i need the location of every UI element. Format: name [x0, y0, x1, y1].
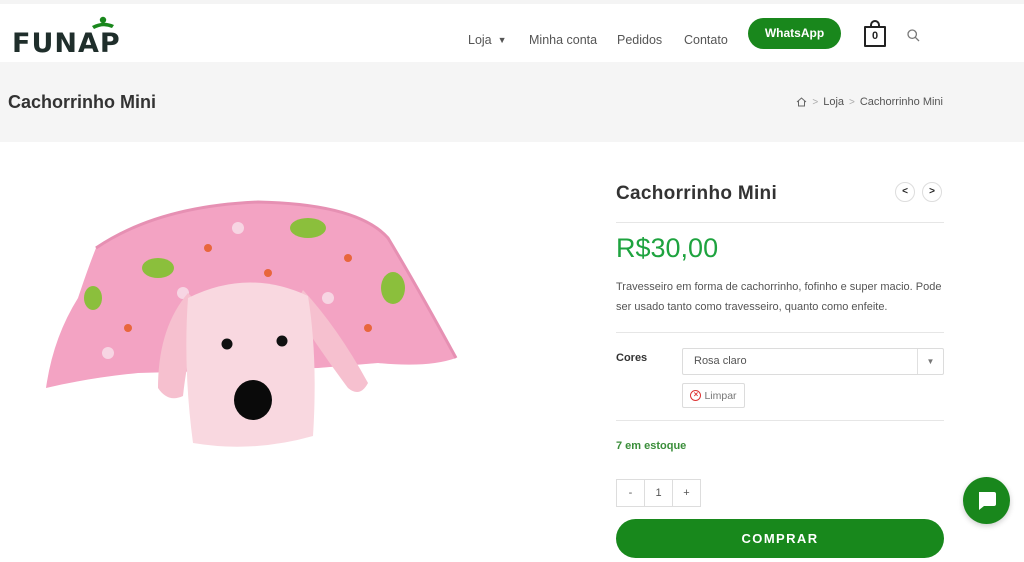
divider [616, 222, 944, 223]
qty-plus-button[interactable]: + [673, 480, 700, 506]
next-product-button[interactable]: > [922, 182, 942, 202]
chevron-right-icon: > [929, 186, 935, 197]
qty-minus-button[interactable]: - [617, 480, 644, 506]
breadcrumb-current: Cachorrinho Mini [859, 96, 943, 108]
chevron-down-icon: ▼ [497, 35, 507, 45]
chevron-down-icon: ▼ [917, 349, 943, 374]
stock-status: 7 em estoque [616, 440, 687, 452]
prev-product-button[interactable]: < [895, 182, 915, 202]
product-image[interactable] [8, 178, 478, 458]
breadcrumb-separator: > [812, 96, 819, 108]
page-header: Cachorrinho Mini > Loja > Cachorrinho Mi… [0, 62, 1024, 142]
divider [616, 420, 944, 421]
search-icon[interactable] [907, 29, 920, 42]
chat-bubble-icon [979, 492, 996, 510]
buy-button[interactable]: COMPRAR [616, 519, 944, 558]
nav-minha-conta[interactable]: Minha conta [529, 33, 597, 47]
color-select-value: Rosa claro [694, 355, 747, 367]
page-title: Cachorrinho Mini [8, 92, 156, 112]
color-select[interactable]: Rosa claro ▼ [682, 348, 944, 375]
close-icon: × [690, 390, 702, 401]
home-icon[interactable] [796, 97, 807, 107]
clear-selection-button[interactable]: × Limpar [682, 383, 745, 408]
logo-figure-icon [92, 16, 114, 29]
product-price: R$30,00 [616, 233, 719, 263]
site-logo[interactable]: FUNAP [12, 16, 128, 59]
cart-button[interactable]: 0 [864, 20, 886, 47]
breadcrumb: > Loja > Cachorrinho Mini [796, 96, 943, 108]
nav-pedidos[interactable]: Pedidos [617, 33, 662, 47]
whatsapp-button[interactable]: WhatsApp [748, 18, 841, 49]
nav-loja-label: Loja [468, 33, 492, 47]
breadcrumb-loja[interactable]: Loja [823, 96, 844, 108]
nav-contato[interactable]: Contato [684, 33, 728, 47]
qty-input[interactable]: 1 [644, 480, 673, 506]
chat-button[interactable] [963, 477, 1010, 524]
product-description: Travesseiro em forma de cachorrinho, fof… [616, 281, 942, 313]
cart-count: 0 [864, 26, 886, 47]
breadcrumb-separator: > [849, 96, 855, 108]
product-title: Cachorrinho Mini [616, 183, 778, 204]
quantity-stepper: - 1 + [616, 479, 701, 507]
site-header: FUNAP Loja ▼ Minha conta Pedidos Contato … [0, 4, 1024, 62]
nav-loja[interactable]: Loja ▼ [468, 33, 507, 47]
chevron-left-icon: < [902, 186, 908, 197]
divider [616, 332, 944, 333]
variation-label: Cores [616, 352, 648, 364]
clear-label: Limpar [704, 389, 737, 402]
